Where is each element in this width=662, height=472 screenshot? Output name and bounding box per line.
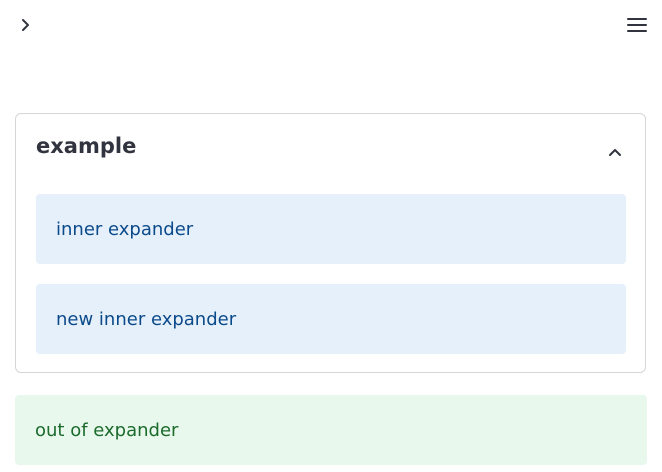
success-message-out-of-expander: out of expander xyxy=(15,395,647,465)
expander-header[interactable]: example xyxy=(16,114,645,180)
main-menu-button[interactable] xyxy=(624,13,650,37)
sidebar-toggle-button[interactable] xyxy=(14,13,38,37)
chevron-up-icon xyxy=(609,149,621,156)
app-root: example inner expander new inner expande… xyxy=(0,0,662,472)
info-message-new-inner-expander: new inner expander xyxy=(36,284,626,354)
success-message-text: out of expander xyxy=(35,419,179,441)
info-message-text: inner expander xyxy=(56,218,194,240)
expander-title: example xyxy=(36,134,137,158)
info-message-inner-expander: inner expander xyxy=(36,194,626,264)
info-message-text: new inner expander xyxy=(56,308,237,330)
chevron-right-icon xyxy=(22,19,29,31)
hamburger-menu-icon xyxy=(627,18,647,32)
expander-example: example inner expander new inner expande… xyxy=(15,113,646,373)
